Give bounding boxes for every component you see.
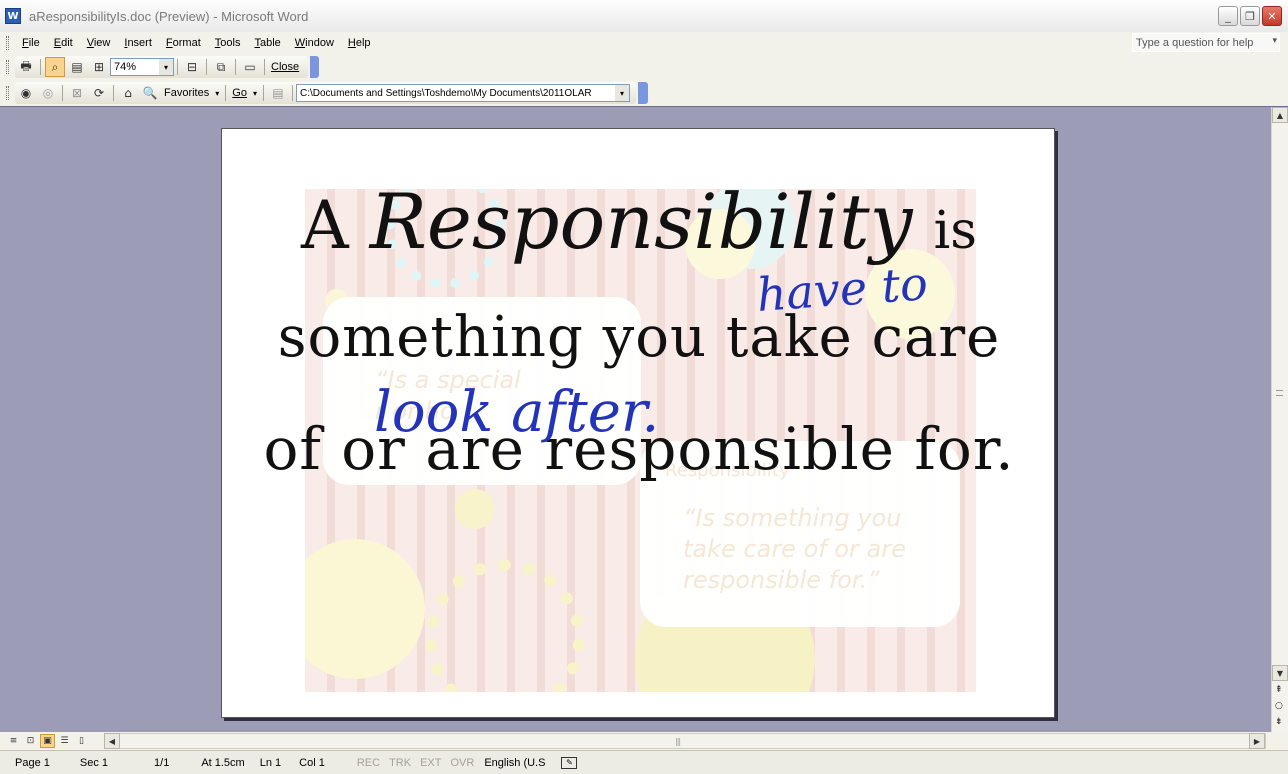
- one-page-icon[interactable]: ▤: [67, 57, 87, 77]
- title-bar: W aResponsibilityIs.doc (Preview) - Micr…: [0, 0, 1288, 32]
- status-page: Page 1: [15, 756, 50, 769]
- reading-layout-icon[interactable]: ▯: [74, 734, 89, 748]
- back-icon[interactable]: ◉: [16, 83, 36, 103]
- toolbar-divider: [262, 85, 264, 101]
- document-page[interactable]: “Is a special r or ho Responsibility “Is…: [221, 128, 1055, 718]
- print-layout-icon[interactable]: ▣: [40, 734, 55, 748]
- toolbar-divider: [62, 85, 63, 101]
- zoom-value: 74%: [114, 61, 137, 73]
- word-app-icon[interactable]: W: [5, 8, 21, 24]
- status-ext[interactable]: EXT: [411, 757, 441, 769]
- next-page-icon[interactable]: ⇟: [1275, 717, 1283, 727]
- multiple-pages-icon[interactable]: ⊞: [89, 57, 109, 77]
- status-language[interactable]: English (U.S: [474, 757, 545, 769]
- chevron-down-icon[interactable]: ▾: [212, 89, 222, 98]
- select-browse-object-icon[interactable]: ○: [1275, 701, 1283, 711]
- go-menu[interactable]: Go: [229, 87, 250, 99]
- menu-edit[interactable]: Edit: [47, 37, 80, 49]
- menu-help[interactable]: Help: [341, 37, 378, 49]
- menu-file[interactable]: File: [15, 37, 47, 49]
- menu-view[interactable]: View: [80, 37, 118, 49]
- toolbar-divider: [235, 59, 236, 75]
- spelling-grammar-status-icon[interactable]: ✎: [561, 756, 578, 769]
- web-layout-icon[interactable]: ⊡: [23, 734, 38, 748]
- print-icon[interactable]: 🖶: [16, 57, 36, 77]
- horizontal-scrollbar[interactable]: ◀ ||| ▶: [104, 733, 1266, 749]
- toolbar-options-button[interactable]: [637, 82, 648, 104]
- web-toolbar: ◉ ◎ ⊠ ⟳ ⌂ 🔍 Favorites ▾ Go ▾ ▤ C:\Docume…: [0, 80, 1288, 106]
- outline-view-icon[interactable]: ☰: [57, 734, 72, 748]
- close-window-button[interactable]: ✕: [1262, 6, 1282, 26]
- help-search-input[interactable]: Type a question for help ▾: [1132, 33, 1280, 52]
- status-column: Col 1: [299, 756, 325, 769]
- chevron-down-icon[interactable]: ▾: [614, 85, 629, 101]
- window-title: aResponsibilityIs.doc (Preview) - Micros…: [29, 8, 309, 24]
- scroll-thumb[interactable]: |||: [675, 737, 681, 746]
- restore-button[interactable]: ❐: [1240, 6, 1260, 26]
- menu-grip[interactable]: [6, 36, 9, 50]
- view-bar: ≡ ⊡ ▣ ☰ ▯ ◀ ||| ▶: [0, 732, 1288, 750]
- scroll-up-button[interactable]: ▲: [1272, 107, 1288, 123]
- status-trk[interactable]: TRK: [380, 757, 411, 769]
- status-rec[interactable]: REC: [325, 757, 380, 769]
- menu-table[interactable]: Table: [247, 37, 287, 49]
- favorites-menu[interactable]: Favorites: [161, 87, 212, 99]
- menu-insert[interactable]: Insert: [117, 37, 159, 49]
- home-icon[interactable]: ⌂: [118, 83, 138, 103]
- status-page-count: 1/1: [154, 756, 170, 769]
- address-field[interactable]: C:\Documents and Settings\Toshdemo\My Do…: [295, 84, 630, 102]
- status-section: Sec 1: [79, 756, 109, 769]
- scroll-down-button[interactable]: ▼: [1272, 665, 1288, 681]
- help-search-placeholder: Type a question for help: [1136, 37, 1254, 49]
- scroll-right-button[interactable]: ▶: [1249, 733, 1265, 749]
- refresh-icon[interactable]: ⟳: [89, 83, 109, 103]
- window-controls: _ ❐ ✕: [1218, 6, 1282, 26]
- handwriting-layer: have to look after.: [374, 256, 929, 445]
- print-preview-toolbar: 🖶 ⌕ ▤ ⊞ 74% ▾ ⊟ ⧉ ▭ Close: [0, 54, 1288, 80]
- toolbar-divider: [225, 85, 227, 101]
- scroll-left-button[interactable]: ◀: [104, 733, 120, 749]
- toolbar-divider: [264, 59, 265, 75]
- toolbar-grip[interactable]: [6, 60, 9, 74]
- zoom-select[interactable]: 74% ▾: [110, 58, 174, 76]
- magnifier-button[interactable]: ⌕: [45, 57, 65, 77]
- toolbar-divider: [40, 59, 41, 75]
- close-preview-button[interactable]: Close: [268, 61, 302, 73]
- address-value: C:\Documents and Settings\Toshdemo\My Do…: [299, 87, 592, 99]
- status-ovr[interactable]: OVR: [441, 757, 474, 769]
- forward-icon[interactable]: ◎: [38, 83, 58, 103]
- menu-tools[interactable]: Tools: [208, 37, 248, 49]
- menu-format[interactable]: Format: [159, 37, 208, 49]
- search-web-icon[interactable]: 🔍: [140, 83, 160, 103]
- toolbar-options-button[interactable]: [310, 56, 320, 78]
- show-only-web-toolbar-icon[interactable]: ▤: [268, 83, 288, 103]
- chevron-down-icon[interactable]: ▾: [250, 89, 260, 98]
- full-screen-icon[interactable]: ▭: [240, 57, 260, 77]
- minimize-button[interactable]: _: [1218, 6, 1238, 26]
- status-bar: Page 1 Sec 1 1/1 At 1.5cm Ln 1 Col 1 REC…: [0, 750, 1288, 774]
- chevron-down-icon[interactable]: ▾: [1272, 35, 1277, 46]
- status-at: At 1.5cm: [201, 756, 245, 769]
- status-line: Ln 1: [259, 756, 282, 769]
- toolbar-divider: [206, 59, 207, 75]
- previous-page-icon[interactable]: ⇞: [1275, 685, 1283, 695]
- menu-window[interactable]: Window: [288, 37, 341, 49]
- chevron-down-icon[interactable]: ▾: [159, 59, 173, 75]
- toolbar-divider: [113, 85, 114, 101]
- shrink-to-fit-icon[interactable]: ⧉: [211, 57, 231, 77]
- stop-icon[interactable]: ⊠: [67, 83, 87, 103]
- toolbar-divider: [291, 85, 293, 101]
- menu-bar: File Edit View Insert Format Tools Table…: [0, 32, 1288, 54]
- document-workarea: “Is a special r or ho Responsibility “Is…: [0, 106, 1288, 733]
- scroll-thumb[interactable]: [1276, 390, 1283, 396]
- toolbar-divider: [177, 59, 178, 75]
- handwriting-look-after: look after.: [374, 380, 659, 445]
- normal-view-icon[interactable]: ≡: [6, 734, 21, 748]
- vertical-scrollbar[interactable]: ▲ ▼ ⇞ ○ ⇟: [1271, 107, 1288, 733]
- view-ruler-icon[interactable]: ⊟: [182, 57, 202, 77]
- handwriting-have-to: have to: [755, 256, 929, 322]
- toolbar-grip[interactable]: [6, 86, 9, 100]
